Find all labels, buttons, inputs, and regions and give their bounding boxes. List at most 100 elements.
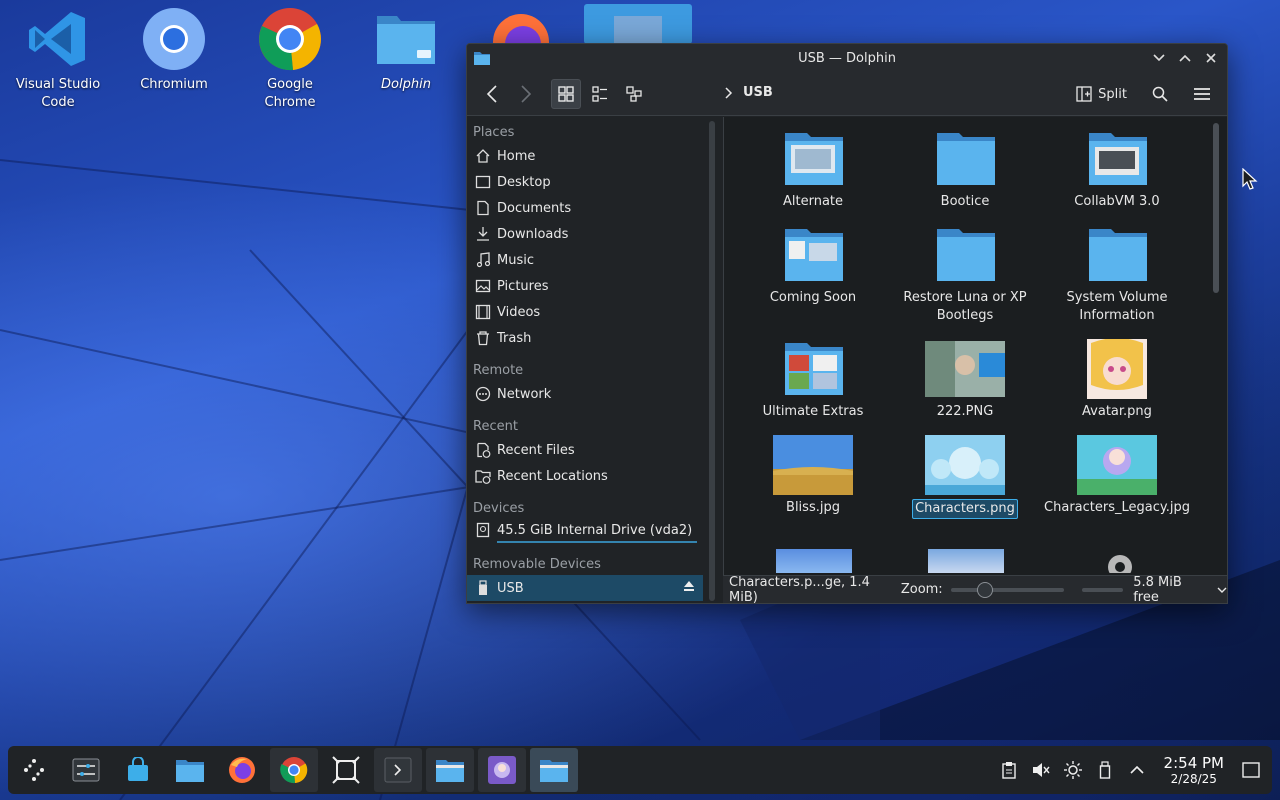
taskbar-dolphin-window[interactable] xyxy=(426,748,474,792)
file-item[interactable]: Avatar.png xyxy=(1042,339,1192,421)
file-item[interactable]: Bliss.jpg xyxy=(738,435,888,517)
details-view-button[interactable] xyxy=(619,79,649,109)
section-header-devices: Devices xyxy=(473,501,525,516)
desktop-icon-chromium[interactable]: Chromium xyxy=(124,6,224,94)
firefox-icon[interactable] xyxy=(490,8,552,44)
file-item[interactable]: Bootice xyxy=(890,129,1040,211)
sidebar-item-trash[interactable]: Trash xyxy=(467,325,703,351)
chevron-up-icon[interactable] xyxy=(1126,759,1148,781)
grid-view-icon xyxy=(558,85,574,102)
show-desktop-icon[interactable] xyxy=(1240,759,1262,781)
taskbar-dolphin-active[interactable] xyxy=(530,748,578,792)
folder-icon xyxy=(1089,229,1147,281)
image-thumbnail-icon xyxy=(773,435,853,495)
forward-button[interactable] xyxy=(511,79,541,109)
taskbar-settings[interactable] xyxy=(62,748,110,792)
file-item[interactable]: Alternate xyxy=(738,129,888,211)
desktop-icon-dolphin[interactable]: Dolphin xyxy=(356,6,456,94)
taskbar-terminal[interactable] xyxy=(374,748,422,792)
sidebar-item-documents[interactable]: Documents xyxy=(467,195,703,221)
title-bar[interactable]: USB — Dolphin xyxy=(467,44,1227,72)
recent-files-icon xyxy=(475,442,491,458)
close-button[interactable] xyxy=(1201,48,1221,68)
close-icon xyxy=(1206,53,1216,63)
app-launcher-button[interactable] xyxy=(10,748,58,792)
minimize-button[interactable] xyxy=(1149,48,1169,68)
sidebar-item-label: Documents xyxy=(497,200,572,216)
taskbar-firefox[interactable] xyxy=(218,748,266,792)
taskbar-discover[interactable] xyxy=(114,748,162,792)
content-scrollbar[interactable] xyxy=(1213,123,1219,293)
taskbar-chrome[interactable] xyxy=(270,748,318,792)
file-item[interactable]: Characters_Legacy.jpg xyxy=(1042,435,1192,517)
file-item[interactable]: Ultimate Extras xyxy=(738,339,888,421)
sidebar-item-recent-files[interactable]: Recent Files xyxy=(467,437,703,463)
icons-view-button[interactable] xyxy=(551,78,581,109)
image-thumbnail-icon xyxy=(925,341,1005,397)
search-button[interactable] xyxy=(1145,79,1175,109)
folder-icon xyxy=(785,343,843,395)
desktop-icon-chrome[interactable]: Google Chrome xyxy=(240,6,340,112)
tree-view-icon xyxy=(626,85,642,102)
file-view[interactable]: Alternate Bootice CollabVM 3.0 Coming So… xyxy=(723,117,1227,575)
brightness-icon[interactable] xyxy=(1062,759,1084,781)
taskbar-image-viewer[interactable] xyxy=(478,748,526,792)
gear-icon[interactable] xyxy=(1098,547,1142,573)
taskbar-dolphin[interactable] xyxy=(166,748,214,792)
image-thumbnail-partial[interactable] xyxy=(776,549,852,573)
back-button[interactable] xyxy=(477,79,507,109)
sidebar-item-usb[interactable]: USB xyxy=(467,575,703,601)
usb-device-icon[interactable] xyxy=(1094,759,1116,781)
sidebar-item-label: 45.5 GiB Internal Drive (vda2) xyxy=(497,522,693,538)
chevron-down-icon xyxy=(1153,54,1165,62)
image-thumbnail-partial[interactable] xyxy=(928,549,1004,573)
clock[interactable]: 2:54 PM 2/28/25 xyxy=(1164,754,1224,786)
section-header-recent: Recent xyxy=(473,419,518,434)
clock-time: 2:54 PM xyxy=(1163,754,1224,772)
shopping-bag-icon xyxy=(128,757,148,781)
sidebar-item-videos[interactable]: Videos xyxy=(467,299,703,325)
file-item[interactable]: Restore Luna or XP Bootlegs xyxy=(890,225,1040,325)
sidebar-item-pictures[interactable]: Pictures xyxy=(467,273,703,299)
sidebar-item-label: Recent Locations xyxy=(497,468,608,484)
sidebar-item-internal-drive[interactable]: 45.5 GiB Internal Drive (vda2) xyxy=(467,519,703,541)
sidebar-item-recent-locations[interactable]: Recent Locations xyxy=(467,463,703,489)
dolphin-app-icon xyxy=(474,52,490,65)
split-button[interactable]: Split xyxy=(1070,82,1133,106)
zoom-slider[interactable] xyxy=(950,581,1064,598)
desktop-icon-vscode[interactable]: Visual Studio Code xyxy=(8,6,108,112)
compact-view-icon xyxy=(592,85,607,102)
file-item[interactable]: 222.PNG xyxy=(890,339,1040,421)
eject-icon[interactable] xyxy=(683,580,695,596)
breadcrumb-item-usb[interactable]: USB xyxy=(743,85,773,100)
sidebar-item-downloads[interactable]: Downloads xyxy=(467,221,703,247)
sidebar-scrollbar[interactable] xyxy=(709,121,715,601)
section-header-places: Places xyxy=(473,125,515,140)
taskbar-screen-capture[interactable] xyxy=(322,748,370,792)
folder-icon xyxy=(785,229,843,281)
zoom-slider-handle[interactable] xyxy=(976,581,993,598)
sidebar-item-home[interactable]: Home xyxy=(467,143,703,169)
drive-icon xyxy=(475,522,491,538)
volume-muted-icon[interactable] xyxy=(1030,759,1052,781)
breadcrumb[interactable]: USB xyxy=(725,85,773,100)
file-name-selected: Characters.png xyxy=(912,499,1018,519)
file-item[interactable]: Coming Soon xyxy=(738,225,888,307)
file-item[interactable]: System Volume Information xyxy=(1042,225,1192,325)
compact-view-button[interactable] xyxy=(585,79,615,109)
clipboard-icon[interactable] xyxy=(998,759,1020,781)
sidebar-item-desktop[interactable]: Desktop xyxy=(467,169,703,195)
status-menu-button[interactable] xyxy=(1217,582,1227,597)
sidebar-item-music[interactable]: Music xyxy=(467,247,703,273)
sidebar-item-network[interactable]: Network xyxy=(467,381,703,407)
taskbar: 2:54 PM 2/28/25 xyxy=(8,746,1272,794)
file-item[interactable]: Characters.png xyxy=(890,435,1040,519)
file-item[interactable]: CollabVM 3.0 xyxy=(1042,129,1192,211)
sidebar-item-label: Network xyxy=(497,386,552,402)
maximize-button[interactable] xyxy=(1175,48,1195,68)
dolphin-window[interactable]: USB — Dolphin USB Split Places Home Desk… xyxy=(466,43,1228,604)
sidebar-item-label: Videos xyxy=(497,304,541,320)
desktop-icon-selected[interactable] xyxy=(584,4,692,44)
sidebar-item-label: Downloads xyxy=(497,226,569,242)
menu-button[interactable] xyxy=(1187,79,1217,109)
